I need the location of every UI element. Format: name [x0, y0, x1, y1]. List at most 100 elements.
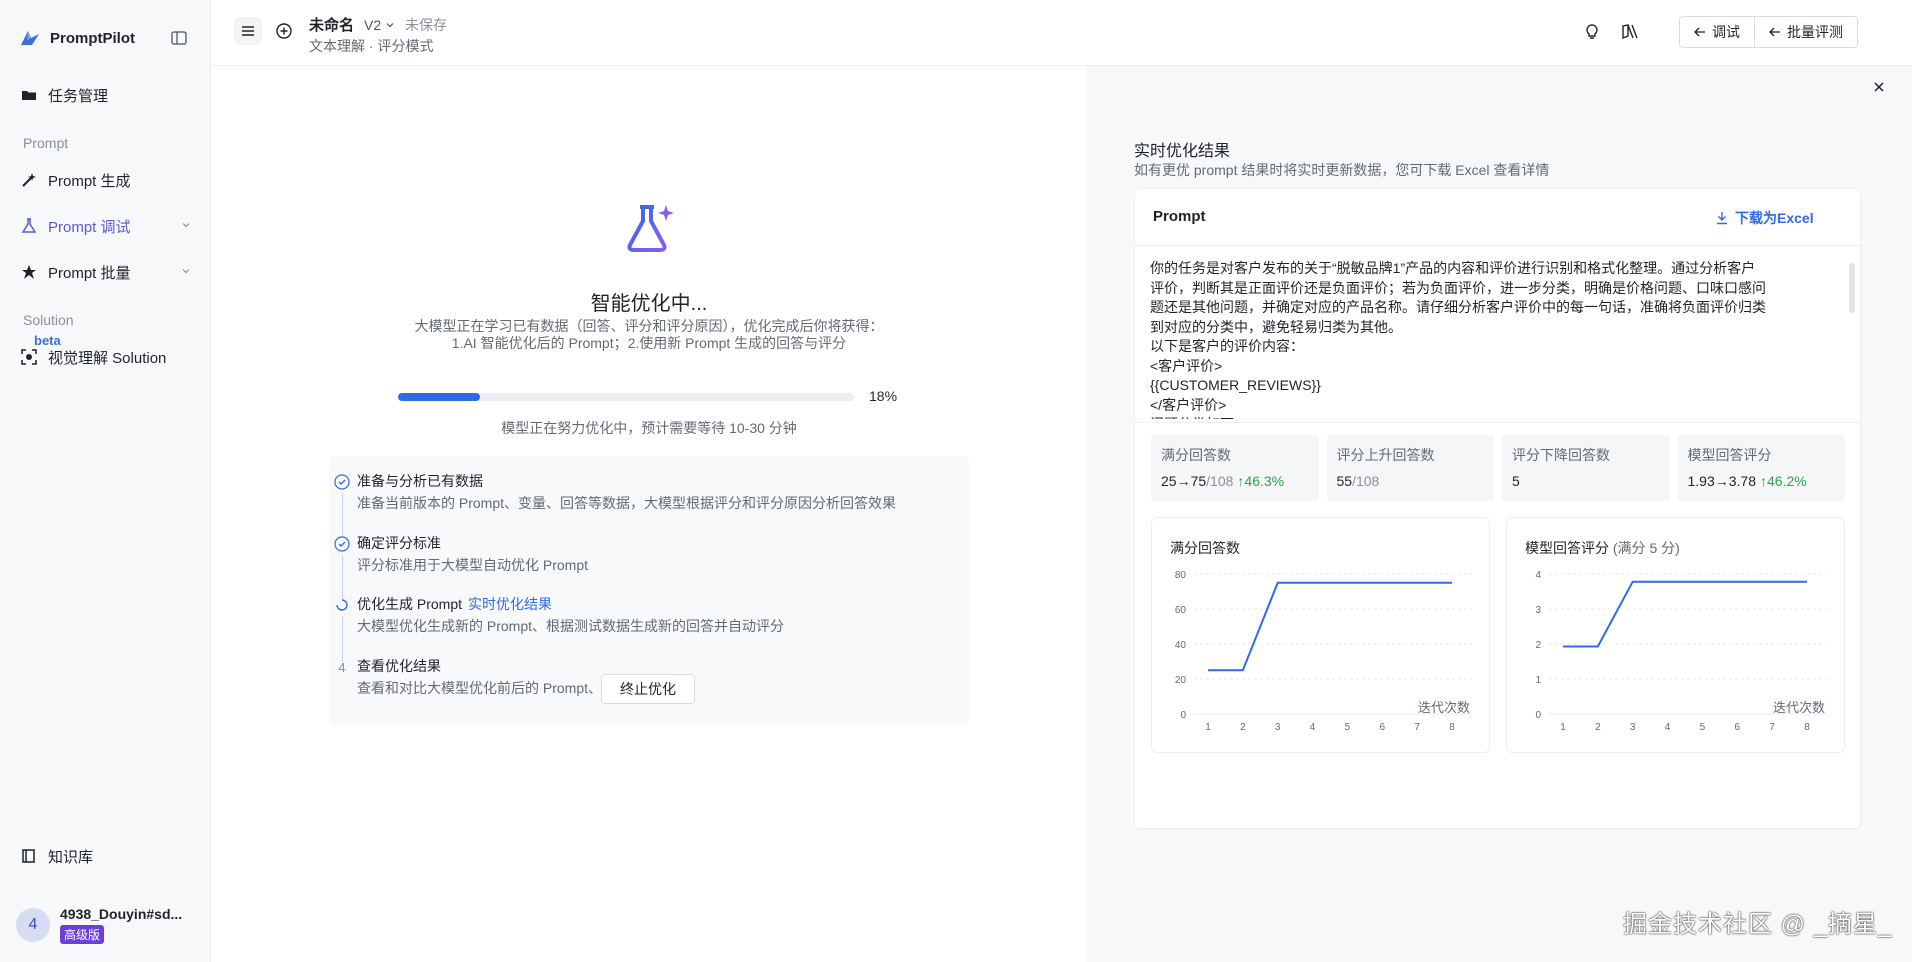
x-tick-label: 4 [1310, 722, 1316, 733]
prompt-line: 到对应的分类中，避免轻易归类为其他。 [1150, 318, 1402, 335]
y-tick-label: 2 [1535, 640, 1541, 651]
check-circle-icon [334, 474, 350, 490]
sidebar-item-label: Prompt 批量 [48, 264, 131, 282]
sidebar-item-label: Prompt 生成 [48, 172, 131, 190]
stat-value: 55/108 [1336, 473, 1380, 489]
stat-score-down: 评分下降回答数 5 [1502, 435, 1670, 501]
brand-name: PromptPilot [50, 29, 135, 47]
sidebar-item-label: 视觉理解 Solution [48, 349, 167, 367]
realtime-title: 实时优化结果 [1134, 143, 1231, 160]
sidebar-item-prompt-batch[interactable]: Prompt 批量 [20, 261, 192, 283]
prompt-line: 你的任务是对客户发布的关于“脱敏品牌1”产品的内容和评价进行识别和格式化整理。通… [1150, 260, 1756, 276]
loading-spinner-icon [334, 597, 350, 613]
y-tick-label: 20 [1175, 675, 1187, 686]
doc-name[interactable]: 未命名 [309, 14, 354, 35]
chart-model-score: 模型回答评分 (满分 5 分) 0 1 2 3 4 1 2 3 4 5 6 7 8 迭代次数 [1506, 517, 1845, 753]
avatar: 4 [16, 908, 50, 942]
action-buttons: 调试 批量评测 [1679, 16, 1858, 48]
x-tick-label: 6 [1735, 722, 1741, 733]
x-tick-label: 1 [1560, 722, 1566, 733]
arrow-left-icon [1769, 27, 1780, 37]
menu-button[interactable] [234, 17, 262, 45]
chart-full-score: 满分回答数 0 20 40 60 80 1 2 3 4 5 6 7 8 迭代次数 [1151, 517, 1490, 753]
lightbulb-icon[interactable] [1582, 22, 1602, 42]
check-circle-icon [334, 536, 350, 552]
sidebar-item-label: 知识库 [48, 848, 94, 866]
x-axis-label: 迭代次数 [1773, 700, 1825, 715]
optimization-panel: 智能优化中... 大模型正在学习已有数据（回答、评分和评分原因），优化完成后你将… [212, 66, 1086, 962]
sidebar-item-task-mgmt[interactable]: 任务管理 [20, 84, 192, 106]
sidebar-item-label: Prompt 调试 [48, 218, 131, 236]
close-icon[interactable] [1872, 80, 1886, 94]
optimizing-title: 智能优化中... [590, 293, 708, 315]
x-tick-label: 8 [1804, 722, 1810, 733]
magic-wand-icon [20, 171, 38, 189]
series-line [1208, 581, 1452, 672]
chevron-down-icon [386, 22, 394, 27]
stat-label: 评分上升回答数 [1336, 447, 1435, 463]
step-description: 评分标准用于大模型自动优化 Prompt [357, 557, 589, 573]
plan-badge: 高级版 [60, 925, 105, 944]
user-name: 4938_Douyin#sd... [60, 906, 183, 922]
debug-button[interactable]: 调试 [1680, 17, 1754, 47]
prompt-line: </客户评价> [1150, 396, 1227, 413]
step-title: 查看优化结果 [357, 658, 441, 674]
x-tick-label: 8 [1449, 722, 1455, 733]
stat-value: 5 [1512, 473, 1520, 489]
sidebar-item-visual-solution[interactable]: 视觉理解 Solution [20, 346, 192, 368]
card-header: Prompt 下载为Excel [1135, 189, 1862, 246]
stat-label: 评分下降回答数 [1512, 447, 1610, 463]
download-excel-button[interactable]: 下载为Excel [1715, 208, 1814, 228]
version-select[interactable]: V2 [364, 17, 395, 33]
prompt-line: 题还是其他问题，并确定对应的产品名称。请仔细分析客户评价中的每一句话，准确将负面… [1150, 299, 1766, 315]
chevron-down-icon [182, 223, 190, 228]
stat-full-score: 满分回答数 25→75/108 ↑46.3% [1151, 435, 1319, 501]
folder-icon [20, 86, 38, 104]
step-connector [342, 616, 343, 662]
sidebar-item-prompt-debug[interactable]: Prompt 调试 [20, 215, 192, 237]
realtime-result-link[interactable]: 实时优化结果 [468, 596, 552, 612]
camera-scan-icon [20, 348, 38, 366]
book-open-icon[interactable] [1620, 22, 1640, 42]
stop-optimization-button[interactable]: 终止优化 [601, 674, 695, 704]
sidebar: PromptPilot 任务管理 Prompt Prompt 生成 Prompt… [0, 0, 211, 962]
y-tick-label: 3 [1535, 605, 1541, 616]
stat-score-up: 评分上升回答数 55/108 [1326, 435, 1494, 501]
x-tick-label: 5 [1345, 722, 1351, 733]
batch-eval-button[interactable]: 批量评测 [1754, 17, 1857, 47]
batch-eval-button-label: 批量评测 [1787, 24, 1843, 40]
x-tick-label: 3 [1630, 722, 1636, 733]
download-icon [1717, 212, 1727, 225]
menu-icon [242, 26, 254, 36]
y-tick-label: 0 [1535, 710, 1541, 721]
brand[interactable]: PromptPilot [18, 26, 135, 50]
x-tick-label: 2 [1595, 722, 1601, 733]
progress-note: 模型正在努力优化中，预计需要等待 10-30 分钟 [501, 420, 797, 436]
download-label: 下载为Excel [1735, 210, 1814, 226]
prompt-result-card: Prompt 下载为Excel 你的任务是对客户发布的关于“脱敏品牌1”产品的内… [1134, 188, 1862, 829]
card-title: Prompt [1153, 208, 1206, 225]
chevron-down-icon [182, 269, 190, 274]
x-tick-label: 1 [1205, 722, 1211, 733]
sidebar-item-prompt-gen[interactable]: Prompt 生成 [20, 169, 192, 191]
prompt-text[interactable]: 你的任务是对客户发布的关于“脱敏品牌1”产品的内容和评价进行识别和格式化整理。通… [1150, 259, 1830, 419]
stat-model-score: 模型回答评分 1.93→3.78 ↑46.2% [1677, 435, 1845, 501]
x-axis-label: 迭代次数 [1418, 700, 1470, 715]
prompt-line: 问题分类如下： [1150, 415, 1830, 419]
y-tick-label: 80 [1175, 570, 1187, 581]
section-label-solution: Solution [23, 312, 74, 328]
y-tick-label: 60 [1175, 605, 1187, 616]
sidebar-item-knowledge[interactable]: 知识库 [20, 845, 192, 867]
sidebar-collapse-icon[interactable] [170, 29, 188, 47]
flask-sparkle-icon [627, 205, 674, 252]
prompt-scrollbar[interactable] [1849, 263, 1855, 313]
watermark: 掘金技术社区 @ _摘星_ [1623, 911, 1893, 938]
add-circle-icon[interactable] [274, 21, 294, 41]
prompt-line: 评价，判断其是正面评价还是负面评价；若为负面评价，进一步分类，明确是价格问题、口… [1150, 279, 1766, 296]
user-profile[interactable]: 4 4938_Douyin#sd... 高级版 [16, 906, 182, 944]
step-connector [342, 493, 343, 539]
divider [1135, 422, 1862, 423]
stat-label: 模型回答评分 [1687, 447, 1772, 463]
prompt-line: 以下是客户的评价内容： [1150, 338, 1304, 354]
debug-button-label: 调试 [1712, 24, 1740, 40]
